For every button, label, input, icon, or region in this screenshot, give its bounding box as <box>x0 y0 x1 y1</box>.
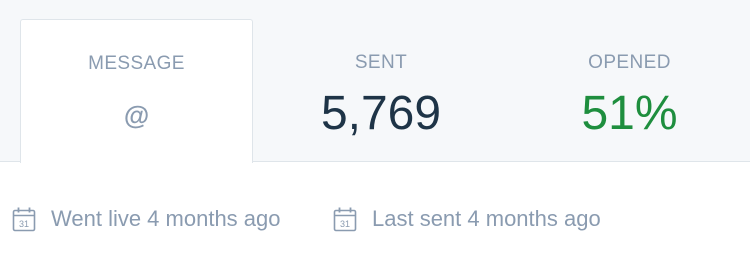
svg-text:31: 31 <box>19 219 29 229</box>
last-sent-info: 31 Last sent 4 months ago <box>333 203 601 235</box>
tab-opened[interactable]: OPENED 51% <box>509 0 750 162</box>
went-live-text: Went live 4 months ago <box>51 206 281 231</box>
tab-opened-label: OPENED <box>588 52 671 73</box>
tab-sent[interactable]: SENT 5,769 <box>253 0 509 162</box>
svg-text:31: 31 <box>340 219 350 229</box>
calendar-icon: 31 <box>333 207 357 232</box>
tab-message[interactable]: MESSAGE @ <box>20 19 253 163</box>
tab-sent-label: SENT <box>354 52 408 73</box>
went-live-info: 31 Went live 4 months ago <box>12 203 281 235</box>
sent-count: 5,769 <box>320 87 442 140</box>
calendar-icon: 31 <box>12 207 36 232</box>
opened-rate: 51% <box>581 87 678 140</box>
stats-bar: MESSAGE @ SENT 5,769 OPENED 51% <box>0 0 750 163</box>
at-icon: @ <box>123 100 150 130</box>
last-sent-text: Last sent 4 months ago <box>372 206 601 231</box>
tab-message-label: MESSAGE <box>88 53 185 74</box>
